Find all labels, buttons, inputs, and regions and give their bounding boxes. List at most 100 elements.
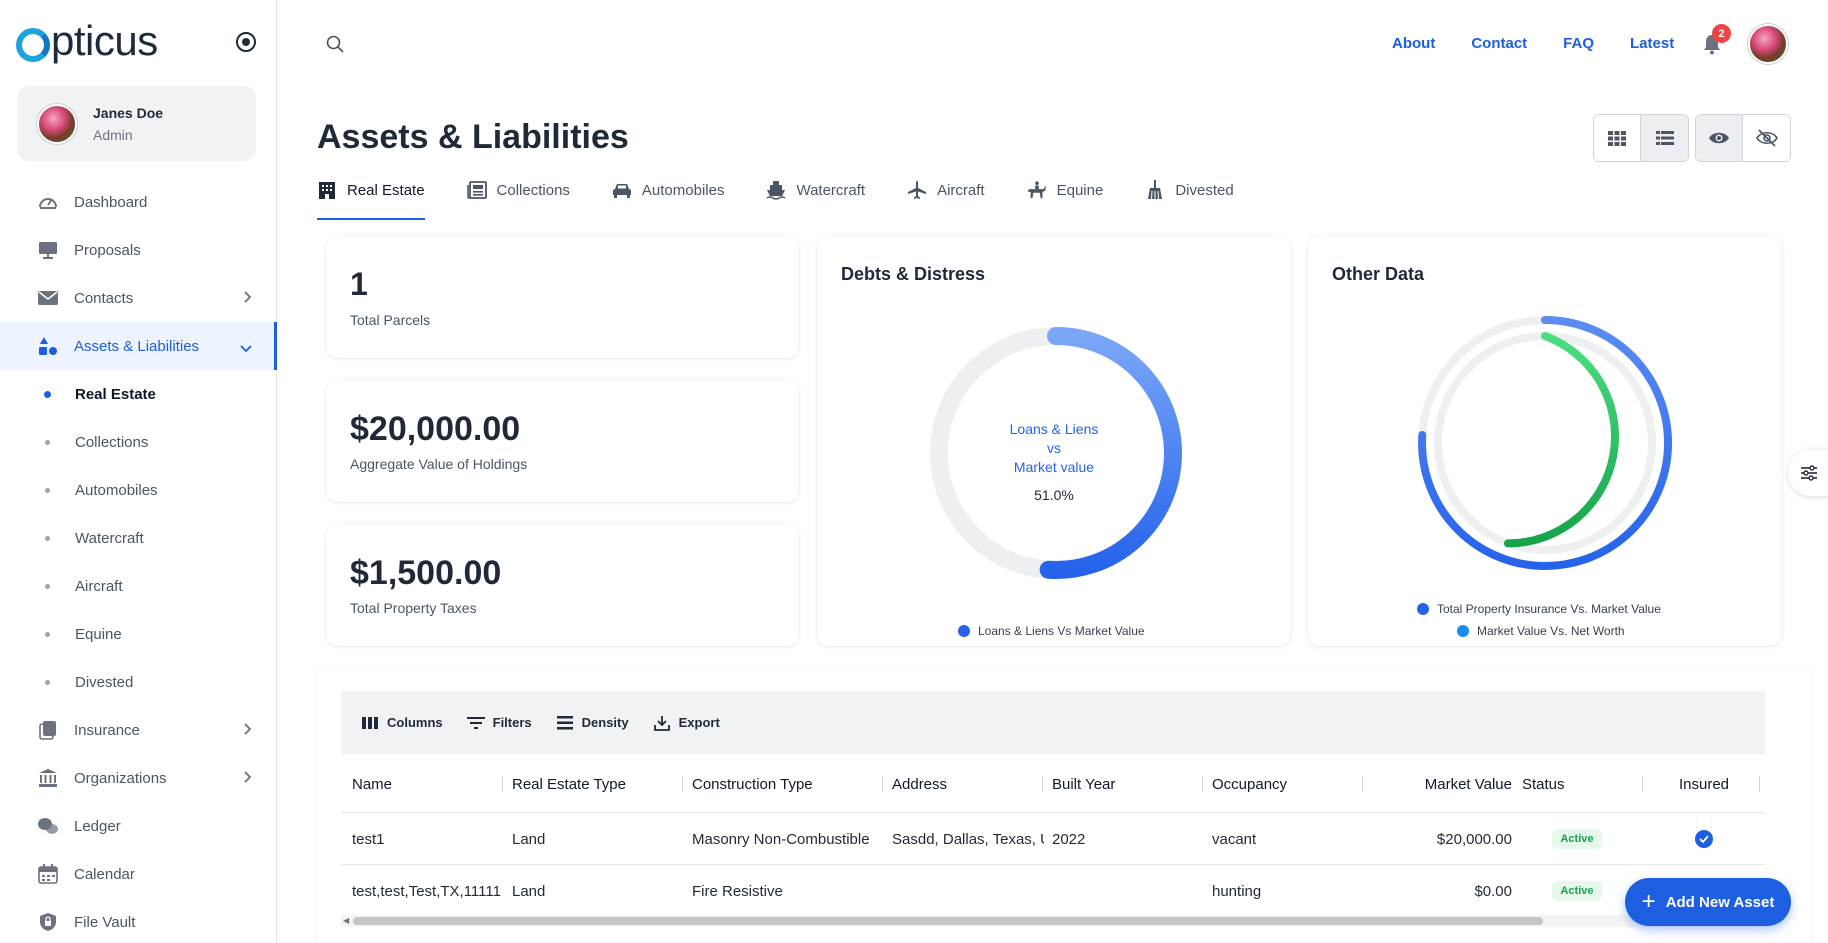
tab-equine[interactable]: Equine [1027, 170, 1104, 210]
column-header-built-year[interactable]: Built Year [1052, 755, 1115, 813]
search-icon[interactable] [326, 35, 344, 53]
filters-button[interactable]: Filters [466, 714, 532, 732]
sidebar-subitem-equine[interactable]: Equine [0, 610, 276, 658]
envelope-icon [37, 288, 59, 308]
cell-type: Land [512, 882, 546, 900]
user-avatar[interactable] [1748, 24, 1788, 64]
list-view-button[interactable] [1641, 115, 1688, 161]
column-header-occupancy[interactable]: Occupancy [1212, 755, 1287, 813]
tab-aircraft[interactable]: Aircraft [907, 170, 985, 210]
column-header-construction-type[interactable]: Construction Type [692, 755, 813, 813]
top-nav: About Contact FAQ Latest [1392, 35, 1710, 52]
nav-link-faq[interactable]: FAQ [1563, 35, 1594, 52]
column-separator[interactable] [682, 776, 683, 792]
column-separator[interactable] [882, 776, 883, 792]
sidebar-item-ledger[interactable]: Ledger [0, 802, 276, 850]
export-button[interactable]: Export [653, 714, 720, 732]
stat-card-property-taxes: $1,500.00 Total Property Taxes [326, 524, 799, 646]
column-separator[interactable] [502, 776, 503, 792]
grid-view-button[interactable] [1594, 115, 1641, 161]
columns-button[interactable]: Columns [361, 714, 443, 732]
bank-icon [37, 768, 59, 788]
chart-legend: Market Value Vs. Net Worth [1457, 624, 1625, 638]
cell-type: Land [512, 830, 546, 848]
horse-rider-icon [1027, 180, 1047, 200]
sidebar-subitem-divested[interactable]: Divested [0, 658, 276, 706]
sidebar-subitem-label: Automobiles [75, 481, 158, 499]
sidebar-toggle-button[interactable] [236, 32, 256, 52]
sidebar-item-calendar[interactable]: Calendar [0, 850, 276, 898]
sidebar-item-insurance[interactable]: Insurance [0, 706, 276, 754]
sidebar-subitem-aircraft[interactable]: Aircraft [0, 562, 276, 610]
opticus-logo[interactable]: pticus [16, 17, 158, 64]
sidebar-item-file-vault[interactable]: File Vault [0, 898, 276, 943]
user-card[interactable]: Janes Doe Admin [17, 86, 256, 161]
sidebar-subitem-automobiles[interactable]: Automobiles [0, 466, 276, 514]
other-radial-chart [1418, 316, 1673, 570]
column-header-market-value[interactable]: Market Value [1372, 755, 1512, 813]
sidebar-subitem-label: Equine [75, 625, 122, 643]
market-vs-networth-arc [1504, 332, 1619, 548]
table-row[interactable]: test,test,Test,TX,11111 Land Fire Resist… [341, 865, 1765, 917]
sidebar-item-label: Organizations [74, 769, 167, 787]
cell-occupancy: hunting [1212, 882, 1262, 900]
column-header-insured[interactable]: Insured [1652, 755, 1756, 813]
table-toolbar: Columns Filters Density Export [341, 691, 1765, 754]
chevron-down-icon [240, 340, 252, 356]
tool-label: Columns [387, 715, 443, 730]
scroll-left-arrow-icon[interactable]: ◀ [343, 916, 349, 925]
settings-drawer-button[interactable] [1788, 450, 1828, 496]
tab-collections[interactable]: Collections [466, 170, 570, 210]
column-header-status[interactable]: Status [1522, 755, 1565, 813]
tab-divested[interactable]: Divested [1145, 170, 1234, 210]
add-new-asset-button[interactable]: + Add New Asset [1625, 878, 1791, 926]
debts-center-value: 51.0% [1034, 487, 1074, 503]
sidebar-item-proposals[interactable]: Proposals [0, 226, 276, 274]
column-separator[interactable] [1642, 776, 1643, 792]
broom-icon [1145, 180, 1165, 200]
table-row[interactable]: test1 Land Masonry Non-Combustible Sasdd… [341, 813, 1765, 865]
asset-tabs: Real Estate Collections Automobiles Wate… [317, 170, 1276, 220]
column-header-real-estate-type[interactable]: Real Estate Type [512, 755, 626, 813]
tab-watercraft[interactable]: Watercraft [766, 170, 865, 210]
density-button[interactable]: Density [556, 714, 629, 732]
show-values-button[interactable] [1696, 115, 1743, 161]
stat-card-aggregate-value: $20,000.00 Aggregate Value of Holdings [326, 380, 799, 502]
nav-link-contact[interactable]: Contact [1471, 35, 1527, 52]
column-separator[interactable] [1202, 776, 1203, 792]
column-separator[interactable] [1362, 776, 1363, 792]
sidebar-item-assets-liabilities[interactable]: Assets & Liabilities [0, 322, 277, 370]
chart-legend: Loans & Liens Vs Market Value [958, 624, 1145, 638]
download-icon [653, 714, 671, 732]
sidebar-subitem-real-estate[interactable]: Real Estate [0, 370, 276, 418]
debts-distress-card: Debts & Distress Loans & Liens vs Market… [817, 236, 1291, 646]
sidebar-item-dashboard[interactable]: Dashboard [0, 178, 276, 226]
sidebar-subitem-watercraft[interactable]: Watercraft [0, 514, 276, 562]
column-separator[interactable] [1759, 776, 1760, 792]
legend-dot [958, 625, 970, 637]
sidebar-subitem-collections[interactable]: Collections [0, 418, 276, 466]
cell-status: Active [1522, 865, 1632, 917]
scrollbar-thumb[interactable] [353, 917, 1543, 925]
hide-values-button[interactable] [1743, 115, 1790, 161]
chevron-right-icon [244, 770, 252, 786]
tab-label: Aircraft [937, 181, 985, 199]
nav-link-about[interactable]: About [1392, 35, 1435, 52]
column-header-address[interactable]: Address [892, 755, 947, 813]
cell-insured [1652, 813, 1756, 865]
nav-link-latest[interactable]: Latest [1630, 35, 1674, 52]
sidebar-item-contacts[interactable]: Contacts [0, 274, 276, 322]
legend-label: Loans & Liens Vs Market Value [978, 624, 1145, 638]
table-horizontal-scrollbar[interactable]: ◀ [341, 915, 1765, 927]
assets-table-card: Columns Filters Density Export Name Real… [317, 667, 1811, 943]
stat-label: Total Property Taxes [350, 600, 477, 616]
tab-label: Equine [1056, 181, 1104, 199]
column-header-name[interactable]: Name [352, 755, 392, 813]
chevron-right-icon [244, 722, 252, 738]
tab-real-estate[interactable]: Real Estate [317, 170, 425, 220]
tab-automobiles[interactable]: Automobiles [612, 170, 724, 210]
cell-built-year: 2022 [1052, 830, 1086, 848]
eye-icon [1709, 132, 1729, 144]
column-separator[interactable] [1042, 776, 1043, 792]
sidebar-item-organizations[interactable]: Organizations [0, 754, 276, 802]
